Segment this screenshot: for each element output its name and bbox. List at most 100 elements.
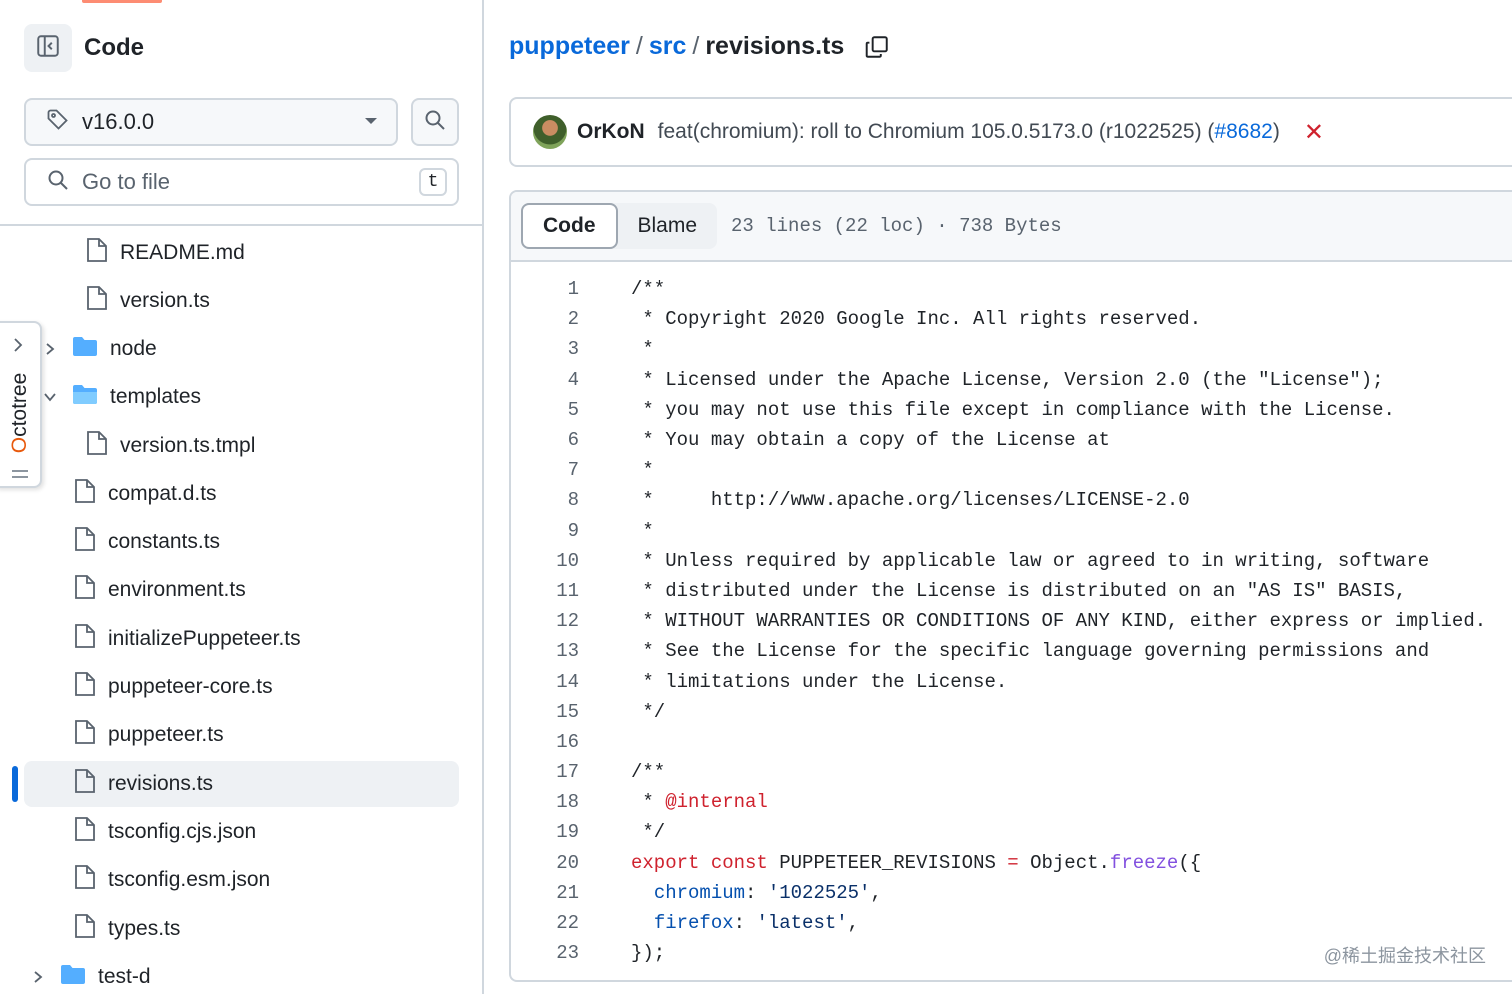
code-line: 21 chromium: '1022525', <box>511 878 1512 908</box>
tree-item-file[interactable]: initializePuppeteer.ts <box>74 616 301 662</box>
branch-name: v16.0.0 <box>82 109 155 134</box>
tree-item-file[interactable]: tsconfig.cjs.json <box>74 809 256 855</box>
line-number[interactable]: 20 <box>511 852 579 874</box>
line-number[interactable]: 2 <box>511 308 579 330</box>
octotree-toggle[interactable]: Octotree <box>0 321 42 488</box>
chevron-right-icon[interactable] <box>42 341 58 357</box>
line-content: * Unless required by applicable law or a… <box>631 549 1430 572</box>
code-line: 17 /** <box>511 757 1512 787</box>
line-content: * limitations under the License. <box>631 670 1008 693</box>
drag-handle-icon[interactable] <box>11 467 29 485</box>
code-line: 4 * Licensed under the Apache License, V… <box>511 365 1512 395</box>
code-line: 13 * See the License for the specific la… <box>511 636 1512 666</box>
view-mode-toggle: Code Blame <box>521 203 718 249</box>
line-content: * See the License for the specific langu… <box>631 640 1430 663</box>
line-number[interactable]: 12 <box>511 610 579 632</box>
tree-item-file[interactable]: version.ts <box>86 278 210 324</box>
file-icon <box>74 913 96 945</box>
code-line: 12 * WITHOUT WARRANTIES OR CONDITIONS OF… <box>511 606 1512 636</box>
search-button[interactable] <box>411 98 459 146</box>
code-viewer: Code Blame 23 lines (22 loc) · 738 Bytes… <box>509 190 1512 982</box>
line-number[interactable]: 9 <box>511 520 579 542</box>
line-number[interactable]: 8 <box>511 489 579 511</box>
tree-item-file[interactable]: puppeteer.ts <box>74 712 224 758</box>
line-number[interactable]: 21 <box>511 882 579 904</box>
commit-message[interactable]: feat(chromium): roll to Chromium 105.0.5… <box>658 120 1280 144</box>
go-to-file-input[interactable] <box>82 169 419 195</box>
file-name: puppeteer.ts <box>108 723 224 746</box>
code-line: 15 */ <box>511 697 1512 727</box>
tree-item-file[interactable]: types.ts <box>74 906 180 952</box>
line-number[interactable]: 10 <box>511 550 579 572</box>
line-number[interactable]: 7 <box>511 459 579 481</box>
tree-item-folder[interactable]: node <box>42 326 157 372</box>
line-number[interactable]: 3 <box>511 338 579 360</box>
file-icon <box>86 285 108 317</box>
go-to-file-field[interactable]: t <box>24 158 459 206</box>
line-content: firefox: 'latest', <box>653 912 860 935</box>
breadcrumb-current-file: revisions.ts <box>705 32 845 60</box>
breadcrumb-dir-link[interactable]: src <box>649 32 687 61</box>
tree-item-file[interactable]: puppeteer-core.ts <box>74 664 273 710</box>
active-file-indicator <box>12 766 18 802</box>
line-content: * http://www.apache.org/licenses/LICENSE… <box>631 489 1190 512</box>
line-number[interactable]: 4 <box>511 369 579 391</box>
tab-blame[interactable]: Blame <box>618 203 718 249</box>
line-number[interactable]: 17 <box>511 761 579 783</box>
line-number[interactable]: 5 <box>511 399 579 421</box>
tree-item-file[interactable]: compat.d.ts <box>74 471 217 517</box>
sidebar-title: Code <box>84 34 144 61</box>
line-number[interactable]: 6 <box>511 429 579 451</box>
line-content: * @internal <box>631 791 768 814</box>
line-number[interactable]: 11 <box>511 580 579 602</box>
chevron-right-icon <box>12 337 24 358</box>
tree-item-folder[interactable]: templates <box>42 374 201 420</box>
copy-path-icon[interactable] <box>864 34 890 60</box>
line-number[interactable]: 1 <box>511 278 579 300</box>
file-icon <box>74 719 96 751</box>
line-number[interactable]: 22 <box>511 912 579 934</box>
tree-item-file[interactable]: constants.ts <box>74 519 220 565</box>
line-number[interactable]: 23 <box>511 942 579 964</box>
breadcrumb-repo-link[interactable]: puppeteer <box>509 32 630 61</box>
file-name: version.ts.tmpl <box>120 434 256 457</box>
code-line: 18 * @internal <box>511 787 1512 817</box>
tree-item-file[interactable]: version.ts.tmpl <box>86 423 255 469</box>
code-line: 10 * Unless required by applicable law o… <box>511 546 1512 576</box>
tree-item-file[interactable]: tsconfig.esm.json <box>74 857 270 903</box>
avatar[interactable] <box>533 115 567 149</box>
file-name: types.ts <box>108 917 181 940</box>
line-number[interactable]: 14 <box>511 671 579 693</box>
line-number[interactable]: 16 <box>511 731 579 753</box>
tree-item-file-active[interactable]: revisions.ts <box>24 761 459 807</box>
line-number[interactable]: 18 <box>511 791 579 813</box>
code-line: 7 * <box>511 455 1512 485</box>
file-name: README.md <box>120 241 245 264</box>
file-name: revisions.ts <box>108 772 214 795</box>
line-content: chromium: '1022525', <box>653 881 882 904</box>
tree-item-file[interactable]: README.md <box>86 230 245 276</box>
code-line: 8 * http://www.apache.org/licenses/LICEN… <box>511 485 1512 515</box>
line-number[interactable]: 19 <box>511 821 579 843</box>
tab-code[interactable]: Code <box>521 203 618 249</box>
chevron-right-icon[interactable] <box>30 969 46 985</box>
latest-commit-bar: OrKoN feat(chromium): roll to Chromium 1… <box>509 97 1512 167</box>
tree-item-folder[interactable]: test-d <box>30 954 151 994</box>
code-line: 6 * You may obtain a copy of the License… <box>511 425 1512 455</box>
line-content: * WITHOUT WARRANTIES OR CONDITIONS OF AN… <box>631 610 1487 633</box>
line-number[interactable]: 15 <box>511 701 579 723</box>
branch-selector[interactable]: v16.0.0 <box>24 98 398 146</box>
tree-item-file[interactable]: environment.ts <box>74 567 246 613</box>
commit-author[interactable]: OrKoN <box>577 120 645 144</box>
folder-name: templates <box>110 385 202 408</box>
line-number[interactable]: 13 <box>511 640 579 662</box>
chevron-down-icon[interactable] <box>42 389 58 405</box>
collapse-sidebar-button[interactable] <box>24 24 72 72</box>
pr-link[interactable]: #8682 <box>1214 120 1272 143</box>
active-tab-indicator <box>82 0 162 3</box>
x-icon[interactable]: ✕ <box>1304 118 1324 147</box>
file-name: tsconfig.cjs.json <box>108 820 257 843</box>
code-line: 1 /** <box>511 274 1512 304</box>
breadcrumb-separator: / <box>692 32 700 60</box>
code-line: 2 * Copyright 2020 Google Inc. All right… <box>511 304 1512 334</box>
